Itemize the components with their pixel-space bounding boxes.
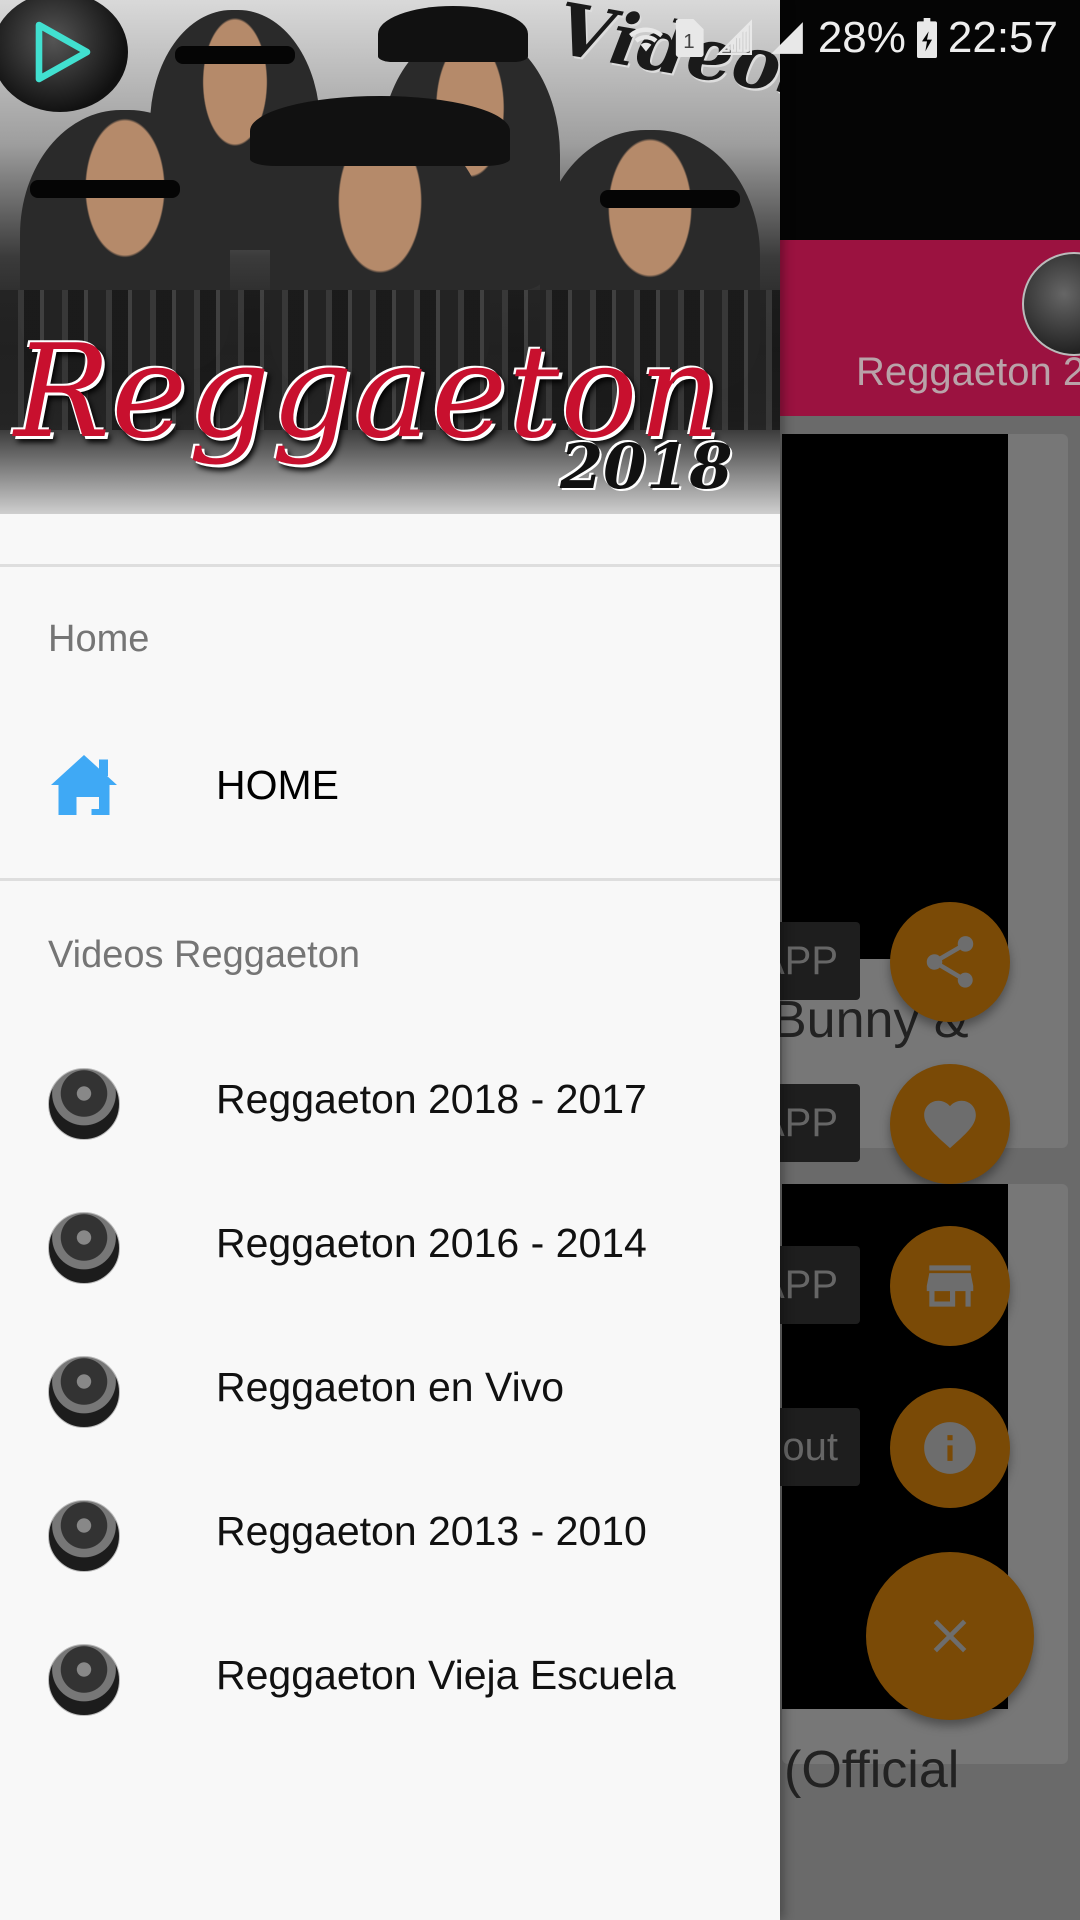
drawer-item-reggaeton-2018-2017[interactable]: Reggaeton 2018 - 2017 xyxy=(0,1034,780,1164)
drawer-item-home[interactable]: HOME xyxy=(0,720,780,850)
drawer-header-banner: Videos Reggaeton 2018 xyxy=(0,0,780,514)
battery-percent: 28% xyxy=(817,13,906,62)
channel-avatar-icon xyxy=(48,1356,120,1428)
signal-icon xyxy=(716,19,752,56)
channel-avatar-icon xyxy=(48,1212,120,1284)
status-icons: 1 28% 22:57 xyxy=(628,0,1058,76)
channel-title: Reggaeton 2 xyxy=(856,350,1080,394)
share-icon xyxy=(926,936,974,988)
drawer-item-label: Reggaeton 2018 - 2017 xyxy=(216,1076,647,1122)
channel-avatar-icon xyxy=(48,1500,120,1572)
channel-avatar-icon xyxy=(48,1068,120,1140)
banner-year: 2018 xyxy=(560,430,733,503)
store-fab[interactable] xyxy=(890,1226,1010,1346)
drawer-item-label: Reggaeton 2016 - 2014 xyxy=(216,1220,647,1266)
close-icon xyxy=(933,1619,967,1653)
wifi-icon xyxy=(628,27,663,52)
info-icon xyxy=(924,1422,976,1474)
sim-1-icon: 1 xyxy=(675,19,704,57)
drawer-divider xyxy=(0,878,780,881)
svg-text:1: 1 xyxy=(683,30,694,53)
drawer-item-reggaeton-2016-2014[interactable]: Reggaeton 2016 - 2014 xyxy=(0,1178,780,1308)
favorite-icon xyxy=(924,1100,976,1149)
drawer-item-reggaeton-en-vivo[interactable]: Reggaeton en Vivo xyxy=(0,1322,780,1452)
drawer-divider xyxy=(0,564,780,567)
drawer-item-label: Reggaeton Vieja Escuela xyxy=(216,1652,676,1698)
navigation-drawer: Videos Reggaeton 2018 Home HOME Videos R… xyxy=(0,0,780,1920)
home-icon xyxy=(51,755,117,815)
info-fab[interactable] xyxy=(890,1388,1010,1508)
share-fab[interactable] xyxy=(890,902,1010,1022)
section-title-home: Home xyxy=(48,618,150,660)
drawer-item-reggaeton-2013-2010[interactable]: Reggaeton 2013 - 2010 xyxy=(0,1466,780,1596)
drawer-item-label: HOME xyxy=(216,762,339,808)
clock: 22:57 xyxy=(947,13,1058,62)
video-thumbnail[interactable] xyxy=(782,434,1008,959)
drawer-item-label: Reggaeton 2013 - 2010 xyxy=(216,1508,647,1554)
status-bar: 1 28% 22:57 xyxy=(0,0,1080,76)
signal-icon xyxy=(770,22,803,54)
favorite-fab[interactable] xyxy=(890,1064,1010,1184)
close-fab[interactable] xyxy=(866,1552,1034,1720)
banner-sunglasses xyxy=(30,180,180,198)
banner-sunglasses xyxy=(600,190,740,208)
drawer-item-reggaeton-vieja-escuela[interactable]: Reggaeton Vieja Escuela xyxy=(0,1610,780,1740)
store-icon xyxy=(926,1265,974,1307)
video-title: (Official xyxy=(784,1741,960,1799)
banner-hat xyxy=(250,96,510,166)
drawer-item-label: Reggaeton en Vivo xyxy=(216,1364,565,1410)
section-title-videos: Videos Reggaeton xyxy=(48,934,360,976)
battery-charging-icon xyxy=(916,18,937,58)
channel-avatar-icon xyxy=(48,1644,120,1716)
